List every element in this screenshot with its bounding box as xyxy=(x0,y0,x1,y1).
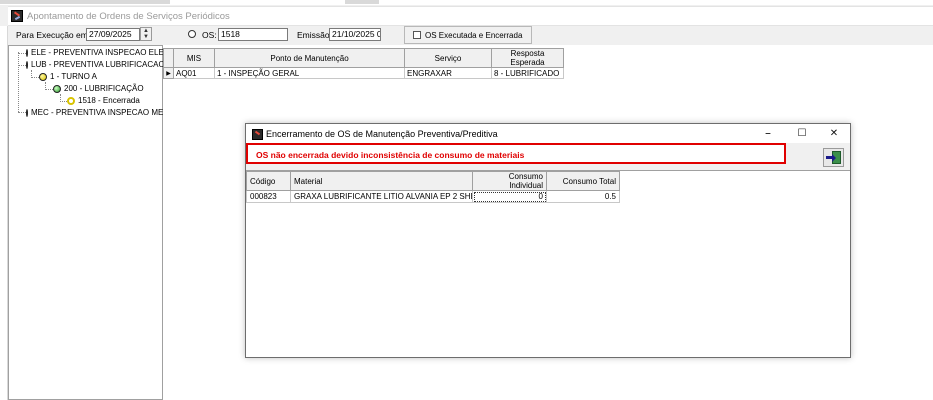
materials-grid[interactable]: Código Material Consumo Individual Consu… xyxy=(246,171,620,203)
executed-checkbox-label[interactable]: OS Executada e Encerrada xyxy=(425,31,522,40)
maximize-button[interactable]: ☐ xyxy=(785,124,819,143)
green-node-icon xyxy=(53,84,61,93)
tree-item-mec[interactable]: MEC - PREVENTIVA INSPECAO MECANICA xyxy=(26,108,164,117)
table-row[interactable]: ▶ AQ01 1 - INSPEÇÃO GERAL ENGRAXAR 8 - L… xyxy=(163,67,564,79)
table-row[interactable]: 000823 GRAXA LUBRIFICANTE LITIO ALVANIA … xyxy=(246,190,620,203)
execucao-date-spinner[interactable]: ▲ ▼ xyxy=(140,27,152,41)
grid-col-mis[interactable]: MIS xyxy=(173,48,215,68)
execucao-label: Para Execução em: xyxy=(16,30,91,40)
materials-cell-codigo[interactable]: 000823 xyxy=(246,190,291,203)
close-button[interactable]: ✕ xyxy=(817,124,851,143)
yellow-node-icon xyxy=(39,72,47,81)
tree-panel[interactable]: ELE - PREVENTIVA INSPECAO ELETRICA LUB -… xyxy=(8,45,164,400)
grid-cell-mis[interactable]: AQ01 xyxy=(173,67,215,79)
grid-header-row: MIS Ponto de Manutenção Serviço Resposta… xyxy=(163,48,564,68)
top-strip xyxy=(0,0,933,5)
tree-item-os-1518[interactable]: 1518 - Encerrada xyxy=(67,96,140,105)
tree-item-label: MEC - PREVENTIVA INSPECAO MECANICA xyxy=(31,108,164,117)
materials-col-consumo-individual[interactable]: Consumo Individual xyxy=(472,171,547,191)
tree-connector xyxy=(18,53,26,54)
grid-cell-ponto[interactable]: 1 - INSPEÇÃO GERAL xyxy=(214,67,405,79)
materials-col-codigo[interactable]: Código xyxy=(246,171,291,191)
encerramento-dialog: Encerramento de OS de Manutenção Prevent… xyxy=(245,123,851,358)
tree-connector xyxy=(18,52,19,112)
exit-arrowhead-icon xyxy=(832,154,836,162)
tree-connector xyxy=(31,77,39,78)
tree-connector xyxy=(18,65,26,66)
os-number-field[interactable]: 1518 xyxy=(218,28,288,41)
grid-cell-resposta[interactable]: 8 - LUBRIFICADO xyxy=(491,67,564,79)
grid-cell-servico[interactable]: ENGRAXAR xyxy=(404,67,492,79)
tree-item-ele[interactable]: ELE - PREVENTIVA INSPECAO ELETRICA xyxy=(26,48,164,57)
execucao-date-field[interactable]: 27/09/2025 xyxy=(86,28,140,41)
materials-header-row: Código Material Consumo Individual Consu… xyxy=(246,171,620,191)
tree-connector xyxy=(45,89,53,90)
spin-down-icon[interactable]: ▼ xyxy=(141,34,151,40)
blue-node-icon xyxy=(26,48,28,57)
blue-node-icon xyxy=(26,108,28,117)
materials-cell-material[interactable]: GRAXA LUBRIFICANTE LITIO ALVANIA EP 2 SH… xyxy=(290,190,473,203)
maintenance-points-grid[interactable]: MIS Ponto de Manutenção Serviço Resposta… xyxy=(163,48,564,79)
materials-cell-consumo-individual[interactable]: 0 xyxy=(472,190,547,203)
tree-item-turno-a[interactable]: 1 - TURNO A xyxy=(39,72,97,81)
tree-item-label: LUB - PREVENTIVA LUBRIFICACAO xyxy=(31,60,164,69)
materials-col-material[interactable]: Material xyxy=(290,171,473,191)
tree-connector xyxy=(60,101,67,102)
yellow-ring-icon xyxy=(67,96,75,105)
row-pointer-icon: ▶ xyxy=(163,67,174,79)
left-edge xyxy=(0,26,8,400)
materials-cell-consumo-total[interactable]: 0.5 xyxy=(546,190,620,203)
app-logo-icon xyxy=(252,129,263,140)
tree-connector xyxy=(18,112,26,113)
dialog-title-bar[interactable]: Encerramento de OS de Manutenção Prevent… xyxy=(246,124,850,143)
tree-item-label: ELE - PREVENTIVA INSPECAO ELETRICA xyxy=(31,48,164,57)
grid-col-servico[interactable]: Serviço xyxy=(404,48,492,68)
main-window-title-bar: Apontamento de Ordens de Serviços Periód… xyxy=(8,6,933,26)
app-logo-icon xyxy=(11,10,23,22)
exit-button[interactable] xyxy=(823,148,844,167)
tree-item-label: 1518 - Encerrada xyxy=(78,96,140,105)
filter-toolbar: Para Execução em: 27/09/2025 ▲ ▼ OS: 151… xyxy=(8,26,933,44)
materials-grid-area: Código Material Consumo Individual Consu… xyxy=(246,170,850,357)
os-label: OS: xyxy=(202,30,217,40)
emissao-label: Emissão: xyxy=(297,30,332,40)
tree-item-lub[interactable]: LUB - PREVENTIVA LUBRIFICACAO xyxy=(26,60,164,69)
materials-col-consumo-total[interactable]: Consumo Total xyxy=(546,171,620,191)
emissao-date-field[interactable]: 21/10/2025 0 xyxy=(329,28,381,41)
blue-node-icon xyxy=(26,60,28,69)
error-message: OS não encerrada devido inconsistência d… xyxy=(256,150,525,160)
dialog-title: Encerramento de OS de Manutenção Prevent… xyxy=(266,129,498,139)
tree-item-label: 1 - TURNO A xyxy=(50,72,97,81)
grid-indicator-header xyxy=(163,48,174,68)
grid-col-ponto[interactable]: Ponto de Manutenção xyxy=(214,48,405,68)
minimize-button[interactable]: – xyxy=(751,124,785,143)
error-message-box: OS não encerrada devido inconsistência d… xyxy=(246,143,786,164)
tree-item-label: 200 - LUBRIFICAÇÃO xyxy=(64,84,144,93)
tree-item-lubrificacao[interactable]: 200 - LUBRIFICAÇÃO xyxy=(53,84,144,93)
top-strip-segment xyxy=(345,0,379,4)
os-radio[interactable] xyxy=(188,30,196,38)
executed-checkbox[interactable] xyxy=(413,31,421,39)
top-strip-segment xyxy=(0,0,170,4)
grid-col-resposta[interactable]: Resposta Esperada xyxy=(491,48,564,68)
main-window-title: Apontamento de Ordens de Serviços Periód… xyxy=(27,11,230,22)
